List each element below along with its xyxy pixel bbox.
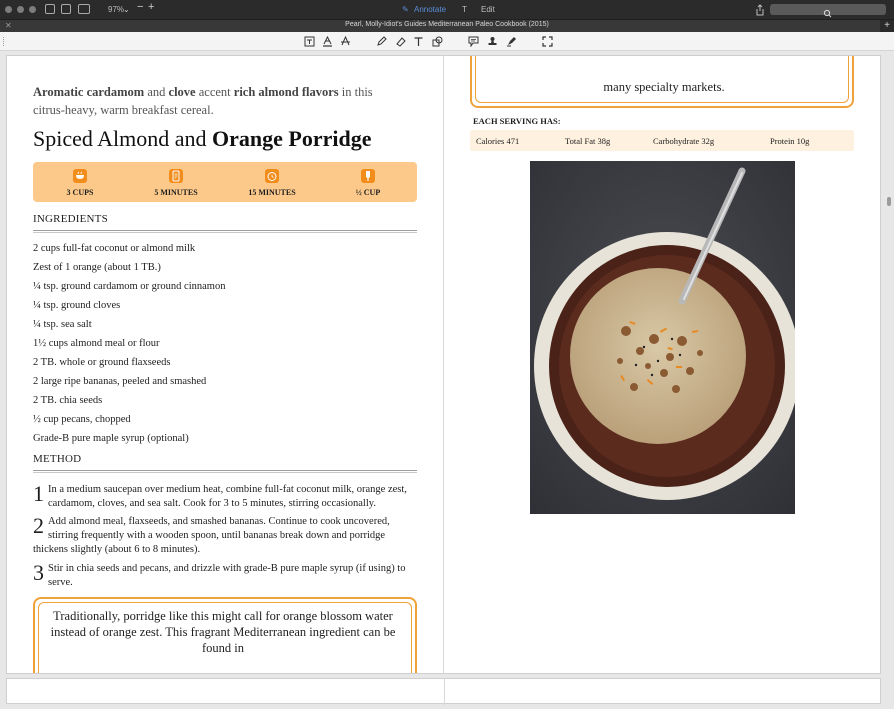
step-text: In a medium saucepan over medium heat, c… xyxy=(48,484,407,509)
ingredient-item: Zest of 1 orange (about 1 TB.) xyxy=(33,262,161,273)
nutrition-calories: Calories 471 xyxy=(476,136,520,146)
tip-sidebar: Traditionally, porridge like this might … xyxy=(33,597,417,673)
ingredient-item: 1½ cups almond meal or flour xyxy=(33,338,160,349)
zoom-in-button[interactable]: + xyxy=(148,2,154,13)
text-edit-icon: T xyxy=(462,5,467,14)
method-step: 1 In a medium saucepan over medium heat,… xyxy=(33,483,417,511)
step-number: 3 xyxy=(33,560,44,585)
pencil-tool-icon[interactable] xyxy=(376,36,387,47)
crop-selection-icon[interactable] xyxy=(542,36,553,47)
zoom-out-button[interactable]: − xyxy=(137,2,143,13)
search-icon xyxy=(823,5,832,18)
nutrition-protein: Protein 10g xyxy=(770,136,810,146)
shapes-tool-icon[interactable] xyxy=(432,36,443,47)
step-number: 1 xyxy=(33,481,44,506)
annotation-toolbar xyxy=(0,32,894,51)
step-number: 2 xyxy=(33,513,44,538)
method-heading: METHOD xyxy=(33,453,82,465)
ingredient-item: ¼ tsp. ground cloves xyxy=(33,300,121,311)
ingredient-item: 2 cups full-fat coconut or almond milk xyxy=(33,243,196,254)
eraser-tool-icon[interactable] xyxy=(395,36,406,47)
bowl-icon xyxy=(73,169,87,183)
method-step: 2 Add almond meal, flaxseeds, and smashe… xyxy=(33,515,417,557)
comment-tool-icon[interactable] xyxy=(468,36,479,47)
ingredients-heading: INGREDIENTS xyxy=(33,213,108,225)
next-page-spread xyxy=(6,678,881,705)
vertical-scrollbar-thumb[interactable] xyxy=(887,197,891,206)
tip-text: Traditionally, porridge like this might … xyxy=(50,609,396,655)
share-icon[interactable] xyxy=(755,3,765,16)
stat-yield: 3 CUPS xyxy=(35,169,125,197)
step-text: Stir in chia seeds and pecans, and drizz… xyxy=(48,563,406,588)
stat-serving-size: ½ CUP xyxy=(323,169,413,197)
chevron-down-icon[interactable]: ⌄ xyxy=(123,4,130,15)
zoom-level[interactable]: 97% xyxy=(108,4,124,15)
ingredient-item: ½ cup pecans, chopped xyxy=(33,414,131,425)
stamp-tool-icon[interactable] xyxy=(487,36,498,47)
thumbnail-grid-icon[interactable] xyxy=(61,4,71,14)
recipe-title: Spiced Almond and Orange Porridge xyxy=(33,126,372,151)
search-input[interactable] xyxy=(770,4,886,18)
document-tab-bar: ✕ Pearl, Molly-Idiot's Guides Mediterran… xyxy=(0,19,894,32)
serving-heading: EACH SERVING HAS: xyxy=(473,116,561,126)
text-box-tool-icon[interactable] xyxy=(304,36,315,47)
tip-text-continued: many specialty markets. xyxy=(603,80,725,94)
nutrition-fat: Total Fat 38g xyxy=(565,136,611,146)
tab-annotate[interactable]: Annotate xyxy=(414,4,446,15)
zoom-window-button[interactable] xyxy=(29,6,36,13)
ingredient-item: 2 TB. chia seeds xyxy=(33,395,103,406)
text-tool-icon[interactable] xyxy=(413,36,424,47)
underline-tool-icon[interactable] xyxy=(322,36,333,47)
ingredient-item: 2 TB. whole or ground flaxseeds xyxy=(33,357,171,368)
right-page: many specialty markets. EACH SERVING HAS… xyxy=(443,55,881,674)
document-title[interactable]: Pearl, Molly-Idiot's Guides Mediterranea… xyxy=(0,21,894,28)
nutrition-bar: Calories 471 Total Fat 38g Carbohydrate … xyxy=(470,130,854,151)
nutrition-carbohydrate: Carbohydrate 32g xyxy=(653,136,715,146)
strikethrough-tool-icon[interactable] xyxy=(340,36,351,47)
page-gutter xyxy=(444,679,445,705)
pen-icon: ✎ xyxy=(402,5,409,14)
step-text: Add almond meal, flaxseeds, and smashed … xyxy=(33,516,390,555)
minimize-window-button[interactable] xyxy=(17,6,24,13)
method-step: 3 Stir in chia seeds and pecans, and dri… xyxy=(33,562,417,590)
page-gutter xyxy=(443,55,444,674)
ingredient-item: ¼ tsp. ground cardamom or ground cinnamo… xyxy=(33,281,226,292)
ingredient-item: Grade-B pure maple syrup (optional) xyxy=(33,433,189,444)
left-page: Aromatic cardamom and clove accent rich … xyxy=(6,55,443,674)
stat-prep-time: 5 MINUTES xyxy=(131,169,221,197)
stat-cook-time: 15 MINUTES xyxy=(227,169,317,197)
close-window-button[interactable] xyxy=(5,6,12,13)
porridge-photo xyxy=(530,161,795,514)
toolbar-grip-handle[interactable] xyxy=(3,37,5,46)
signature-pen-icon[interactable] xyxy=(506,36,517,47)
ingredients-divider xyxy=(33,230,417,233)
timer-icon xyxy=(265,169,279,183)
recipe-stats-bar: 3 CUPS 5 MINUTES 15 MINUTES ½ CUP xyxy=(33,162,417,202)
tab-edit[interactable]: Edit xyxy=(481,4,495,15)
method-divider xyxy=(33,470,417,473)
sidebar-toggle-icon[interactable] xyxy=(45,4,55,14)
serving-icon xyxy=(361,169,375,183)
ingredient-item: 2 large ripe bananas, peeled and smashed xyxy=(33,376,207,387)
tip-sidebar-continued: many specialty markets. xyxy=(470,56,854,108)
tip-sidebar-inner-border xyxy=(475,56,849,103)
window-titlebar: 97% ⌄ − + ✎ Annotate T Edit xyxy=(0,0,894,19)
intro-paragraph: Aromatic cardamom and clove accent rich … xyxy=(33,85,373,117)
prep-icon xyxy=(169,169,183,183)
document-canvas[interactable]: Aromatic cardamom and clove accent rich … xyxy=(0,51,894,709)
new-tab-button[interactable]: + xyxy=(880,20,894,32)
page-layout-icon[interactable] xyxy=(78,4,90,14)
ingredient-item: ¼ tsp. sea salt xyxy=(33,319,92,330)
